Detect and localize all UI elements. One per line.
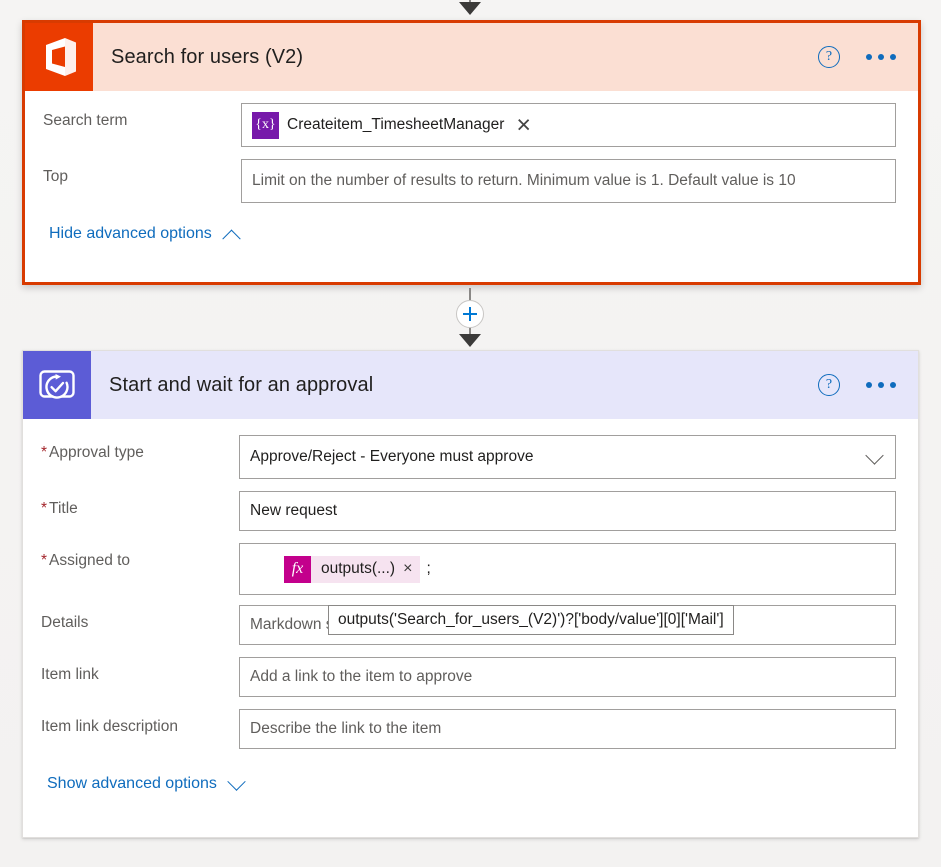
remove-token-icon[interactable]: ×: [516, 112, 531, 138]
dynamic-content-token[interactable]: {x} Createitem_TimesheetManager: [252, 111, 510, 139]
search-term-input[interactable]: {x} Createitem_TimesheetManager ×: [241, 103, 896, 147]
advanced-options-row-2: Show advanced options: [23, 749, 918, 793]
office365-users-icon: [25, 23, 93, 91]
card-header-search-for-users[interactable]: Search for users (V2) ?: [25, 23, 918, 91]
field-row-assigned-to: * Assigned to fx outputs(...) × ;: [23, 531, 918, 595]
field-label-approval-type: * Approval type: [41, 444, 144, 461]
card-header-approval[interactable]: Start and wait for an approval ?: [23, 351, 918, 419]
approvals-icon: [23, 351, 91, 419]
field-row-item-link-description: Item link description Describe the link …: [23, 697, 918, 749]
top-placeholder: Limit on the number of results to return…: [252, 172, 796, 189]
card-title: Search for users (V2): [111, 45, 304, 68]
connector-line-middle-top: [469, 288, 471, 300]
required-asterisk: *: [41, 444, 48, 461]
assigned-to-input[interactable]: fx outputs(...) × ;: [239, 543, 896, 595]
plus-icon-horizontal: [463, 313, 477, 315]
card-title: Start and wait for an approval: [109, 373, 374, 396]
field-label-details: Details: [41, 614, 89, 631]
field-label-item-link-description: Item link description: [41, 718, 178, 735]
chevron-up-icon: [222, 229, 241, 248]
more-options-icon[interactable]: [866, 382, 896, 388]
field-row-approval-type: * Approval type Approve/Reject - Everyone…: [23, 419, 918, 479]
title-value: New request: [250, 502, 338, 519]
expression-icon: fx: [284, 555, 311, 583]
expression-tooltip: outputs('Search_for_users_(V2)')?['body/…: [328, 605, 734, 635]
field-label-item-link: Item link: [41, 666, 99, 683]
insert-new-step-button[interactable]: [456, 300, 484, 328]
card-body-search-for-users: Search term {x} Createitem_TimesheetMana…: [25, 91, 918, 248]
chevron-down-icon: [865, 446, 884, 465]
help-icon[interactable]: ?: [818, 46, 840, 68]
flow-designer-canvas: Search for users (V2) ? Search term {x} …: [0, 0, 941, 867]
hide-advanced-options-link[interactable]: Hide advanced options: [49, 225, 241, 248]
connector-arrow-middle: [459, 334, 481, 347]
more-options-icon[interactable]: [866, 54, 896, 60]
expression-token[interactable]: fx outputs(...) ×: [284, 555, 421, 583]
card-header-actions: ?: [818, 374, 896, 396]
connector-arrow-top: [459, 2, 481, 15]
item-link-description-input[interactable]: Describe the link to the item: [239, 709, 896, 749]
field-row-title: * Title New request: [23, 479, 918, 531]
item-link-input[interactable]: Add a link to the item to approve: [239, 657, 896, 697]
help-icon[interactable]: ?: [818, 374, 840, 396]
required-asterisk: *: [41, 500, 48, 517]
card-header-actions: ?: [818, 46, 896, 68]
token-separator: ;: [426, 560, 431, 577]
advanced-options-row-1: Hide advanced options: [25, 203, 918, 248]
show-advanced-options-link[interactable]: Show advanced options: [47, 771, 246, 793]
approval-type-value: Approve/Reject - Everyone must approve: [250, 448, 534, 465]
remove-token-icon[interactable]: ×: [401, 561, 420, 577]
field-row-search-term: Search term {x} Createitem_TimesheetMana…: [25, 91, 918, 147]
field-label-assigned-to: * Assigned to: [41, 552, 131, 569]
field-row-top: Top Limit on the number of results to re…: [25, 147, 918, 203]
hide-advanced-options-label: Hide advanced options: [49, 225, 212, 242]
chevron-down-icon: [227, 771, 246, 791]
action-card-search-for-users[interactable]: Search for users (V2) ? Search term {x} …: [22, 20, 921, 285]
action-card-start-and-wait-for-an-approval[interactable]: Start and wait for an approval ? * Approv…: [22, 350, 919, 838]
token-label: Createitem_TimesheetManager: [287, 116, 505, 133]
field-label-search-term: Search term: [43, 112, 128, 129]
token-label: outputs(...): [321, 560, 396, 577]
item-link-description-placeholder: Describe the link to the item: [250, 720, 442, 737]
field-label-title: * Title: [41, 500, 78, 517]
item-link-placeholder: Add a link to the item to approve: [250, 668, 473, 685]
dynamic-content-icon: {x}: [252, 111, 279, 139]
required-asterisk: *: [41, 552, 48, 569]
field-row-item-link: Item link Add a link to the item to appr…: [23, 645, 918, 697]
title-input[interactable]: New request: [239, 491, 896, 531]
show-advanced-options-label: Show advanced options: [47, 775, 217, 792]
approval-type-select[interactable]: Approve/Reject - Everyone must approve: [239, 435, 896, 479]
field-label-top: Top: [43, 168, 68, 185]
top-input[interactable]: Limit on the number of results to return…: [241, 159, 896, 203]
